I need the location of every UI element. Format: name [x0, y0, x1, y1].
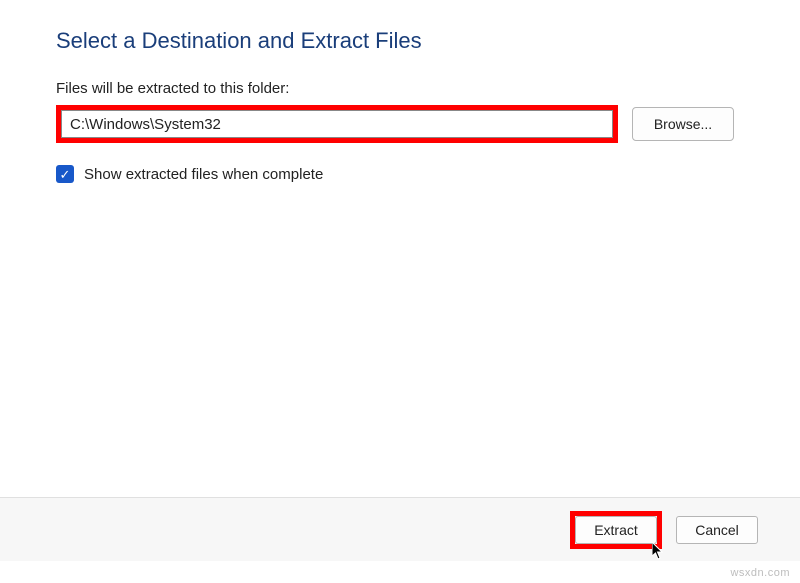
- browse-button[interactable]: Browse...: [632, 107, 734, 141]
- path-highlight: [56, 105, 618, 143]
- checkmark-icon: ✓: [60, 168, 71, 181]
- show-extracted-row[interactable]: ✓ Show extracted files when complete: [56, 165, 744, 183]
- page-title: Select a Destination and Extract Files: [56, 28, 744, 54]
- path-row: Browse...: [56, 105, 744, 143]
- extract-highlight: Extract: [570, 511, 662, 549]
- folder-label: Files will be extracted to this folder:: [56, 80, 744, 97]
- show-extracted-checkbox[interactable]: ✓: [56, 165, 74, 183]
- dialog-content: Select a Destination and Extract Files F…: [0, 0, 800, 183]
- show-extracted-label: Show extracted files when complete: [84, 166, 323, 183]
- watermark: wsxdn.com: [730, 567, 790, 579]
- footer-bar: Extract Cancel: [0, 497, 800, 561]
- extract-button[interactable]: Extract: [575, 516, 657, 544]
- cancel-button[interactable]: Cancel: [676, 516, 758, 544]
- destination-path-input[interactable]: [61, 110, 613, 138]
